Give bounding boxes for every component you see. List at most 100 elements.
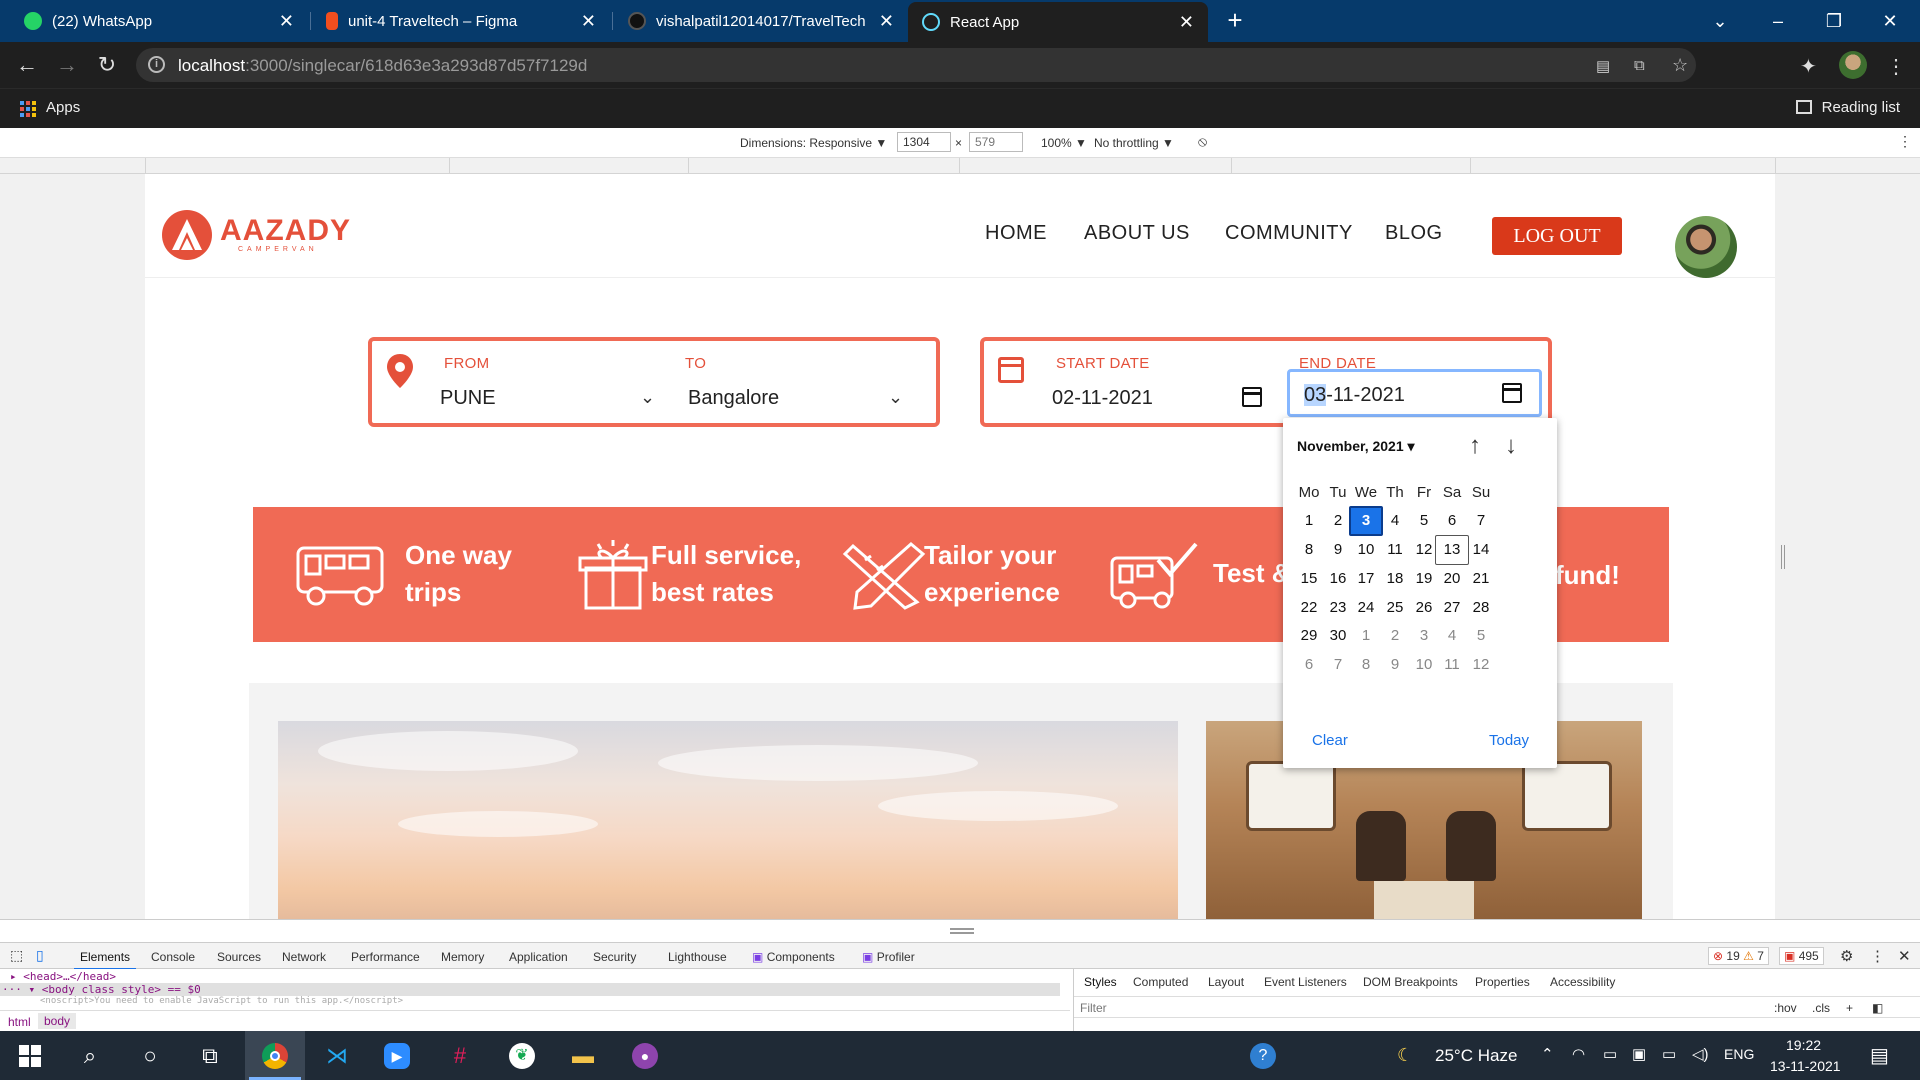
windows-start-icon[interactable] bbox=[0, 1031, 60, 1080]
viewport-width-input[interactable]: 1304 bbox=[897, 132, 951, 152]
close-window-button[interactable]: ✕ bbox=[1862, 0, 1918, 42]
more-options-icon[interactable]: ⋮ bbox=[1898, 133, 1912, 150]
styles-filter-input[interactable]: Filter :hov .cls + ◧ bbox=[1074, 996, 1920, 1018]
from-select[interactable]: PUNE bbox=[440, 387, 496, 410]
dom-node-head[interactable]: ▸ <head>…</head> bbox=[10, 970, 116, 983]
search-icon[interactable]: ⌕ bbox=[60, 1031, 120, 1080]
tab-layout[interactable]: Layout bbox=[1208, 975, 1244, 989]
tab-profiler[interactable]: ▣ Profiler bbox=[862, 950, 915, 964]
logo-icon[interactable] bbox=[162, 210, 212, 260]
tab-styles[interactable]: Styles bbox=[1084, 975, 1117, 989]
nav-home[interactable]: HOME bbox=[985, 222, 1047, 245]
class-toggle[interactable]: .cls bbox=[1812, 1001, 1830, 1015]
bookmark-star-icon[interactable]: ☆ bbox=[1672, 55, 1688, 76]
reading-list-button[interactable]: Reading list bbox=[1795, 99, 1900, 116]
tab-github[interactable]: vishalpatil12014017/TravelTech ✕ bbox=[614, 0, 908, 42]
menu-icon[interactable]: ⋮ bbox=[1886, 54, 1906, 79]
file-explorer-icon[interactable]: ▬ bbox=[553, 1031, 613, 1080]
tab-memory[interactable]: Memory bbox=[441, 950, 484, 964]
blocked-popup-icon[interactable]: ▤ bbox=[1596, 57, 1610, 75]
show-hidden-icons[interactable]: ⌃ bbox=[1541, 1045, 1554, 1063]
apps-grid-icon[interactable] bbox=[20, 101, 36, 117]
tab-whatsapp[interactable]: (22) WhatsApp ✕ bbox=[10, 0, 308, 42]
viewport-resize-handle[interactable] bbox=[1781, 545, 1785, 569]
tab-console[interactable]: Console bbox=[151, 950, 195, 964]
logout-button[interactable]: LOG OUT bbox=[1492, 217, 1622, 255]
task-view-icon[interactable]: ⧉ bbox=[180, 1031, 240, 1080]
battery-icon[interactable]: ▭ bbox=[1662, 1045, 1676, 1063]
weather-icon[interactable]: ☾ bbox=[1397, 1045, 1413, 1066]
calendar-picker-icon[interactable] bbox=[1242, 387, 1262, 407]
zoom-icon[interactable]: ▶ bbox=[367, 1031, 427, 1080]
close-icon[interactable]: ✕ bbox=[879, 11, 894, 32]
tab-properties[interactable]: Properties bbox=[1475, 975, 1530, 989]
clock-date[interactable]: 13-11-2021 bbox=[1770, 1058, 1841, 1074]
rotate-icon[interactable]: ⦸ bbox=[1198, 133, 1207, 150]
settings-gear-icon[interactable]: ⚙ bbox=[1840, 947, 1853, 965]
campervan-exterior-image[interactable] bbox=[278, 721, 1178, 919]
month-year-dropdown[interactable]: November, 2021 ▾ bbox=[1297, 438, 1415, 455]
dom-node-noscript[interactable]: <noscript>You need to enable JavaScript … bbox=[40, 996, 403, 1006]
calendar-day[interactable]: 21 bbox=[1464, 564, 1498, 594]
notifications-icon[interactable]: ▤ bbox=[1870, 1043, 1889, 1068]
tab-accessibility[interactable]: Accessibility bbox=[1550, 975, 1615, 989]
extensions-icon[interactable]: ✦ bbox=[1800, 54, 1817, 79]
back-button[interactable]: ← bbox=[12, 50, 42, 80]
site-info-icon[interactable]: i bbox=[148, 56, 165, 73]
viewport-height-input[interactable]: 579 bbox=[969, 132, 1023, 152]
chrome-icon[interactable] bbox=[245, 1031, 305, 1080]
browser-profile-avatar[interactable] bbox=[1839, 51, 1867, 79]
calendar-day[interactable]: 28 bbox=[1464, 593, 1498, 623]
tab-lighthouse[interactable]: Lighthouse bbox=[668, 950, 727, 964]
today-button[interactable]: Today bbox=[1489, 732, 1529, 749]
add-rule-icon[interactable]: + bbox=[1846, 1001, 1853, 1015]
tab-components[interactable]: ▣ Components bbox=[752, 950, 835, 964]
throttling-dropdown[interactable]: No throttling ▼ bbox=[1094, 136, 1174, 150]
calendar-day[interactable]: 7 bbox=[1464, 506, 1498, 536]
toggle-sidebar-icon[interactable]: ◧ bbox=[1872, 1001, 1883, 1015]
calendar-day[interactable]: 14 bbox=[1464, 535, 1498, 565]
more-options-icon[interactable]: ⋮ bbox=[1870, 947, 1885, 965]
chevron-down-icon[interactable]: ⌄ bbox=[888, 387, 903, 408]
tab-figma[interactable]: unit-4 Traveltech – Figma ✕ bbox=[312, 0, 610, 42]
calendar-day[interactable]: 5 bbox=[1464, 621, 1498, 651]
tab-search-button[interactable]: ⌄ bbox=[1692, 0, 1748, 42]
reload-button[interactable]: ↻ bbox=[92, 50, 122, 80]
tab-security[interactable]: Security bbox=[593, 950, 636, 964]
tab-elements[interactable]: Elements bbox=[73, 950, 137, 970]
mongodb-compass-icon[interactable]: ❦ bbox=[492, 1031, 552, 1080]
tab-react-app[interactable]: React App ✕ bbox=[908, 2, 1208, 42]
issues-counter[interactable]: ▣ 495 bbox=[1779, 947, 1824, 965]
translate-icon[interactable]: ⧉ bbox=[1634, 57, 1645, 74]
new-tab-button[interactable]: + bbox=[1222, 7, 1248, 34]
error-warning-counter[interactable]: ⊗ 19 ⚠ 7 bbox=[1708, 947, 1769, 965]
devtools-resizer[interactable] bbox=[0, 919, 1920, 942]
user-avatar[interactable] bbox=[1675, 216, 1737, 278]
tab-performance[interactable]: Performance bbox=[351, 950, 420, 964]
inspect-element-icon[interactable]: ⬚ bbox=[10, 947, 23, 964]
cortana-icon[interactable]: ○ bbox=[120, 1031, 180, 1080]
language-indicator[interactable]: ENG bbox=[1724, 1046, 1754, 1062]
meet-now-icon[interactable]: ▭ bbox=[1603, 1045, 1617, 1063]
nav-community[interactable]: COMMUNITY bbox=[1225, 222, 1353, 245]
crumb-html[interactable]: html bbox=[8, 1015, 31, 1029]
tab-network[interactable]: Network bbox=[282, 950, 326, 964]
tab-sources[interactable]: Sources bbox=[217, 950, 261, 964]
clock-time[interactable]: 19:22 bbox=[1786, 1037, 1821, 1053]
tab-computed[interactable]: Computed bbox=[1133, 975, 1188, 989]
slack-icon[interactable]: # bbox=[430, 1031, 490, 1080]
to-select[interactable]: Bangalore bbox=[688, 387, 779, 410]
close-icon[interactable]: ✕ bbox=[279, 11, 294, 32]
device-toggle-icon[interactable]: ▯ bbox=[36, 947, 44, 964]
logo-name[interactable]: AAZADY bbox=[220, 214, 351, 248]
wifi-icon[interactable]: ◠ bbox=[1572, 1045, 1585, 1063]
tab-event-listeners[interactable]: Event Listeners bbox=[1264, 975, 1347, 989]
close-devtools-icon[interactable]: ✕ bbox=[1898, 947, 1911, 965]
tab-application[interactable]: Application bbox=[509, 950, 568, 964]
dom-node-body[interactable]: ··· ▾ <body class style> == $0 bbox=[0, 983, 1060, 996]
calendar-day[interactable]: 12 bbox=[1464, 650, 1498, 680]
dimensions-dropdown[interactable]: Dimensions: Responsive ▼ bbox=[740, 136, 887, 150]
close-icon[interactable]: ✕ bbox=[1179, 12, 1194, 33]
start-date-input[interactable]: 02-11-2021 bbox=[1052, 387, 1153, 410]
maximize-button[interactable]: ❐ bbox=[1806, 0, 1862, 42]
